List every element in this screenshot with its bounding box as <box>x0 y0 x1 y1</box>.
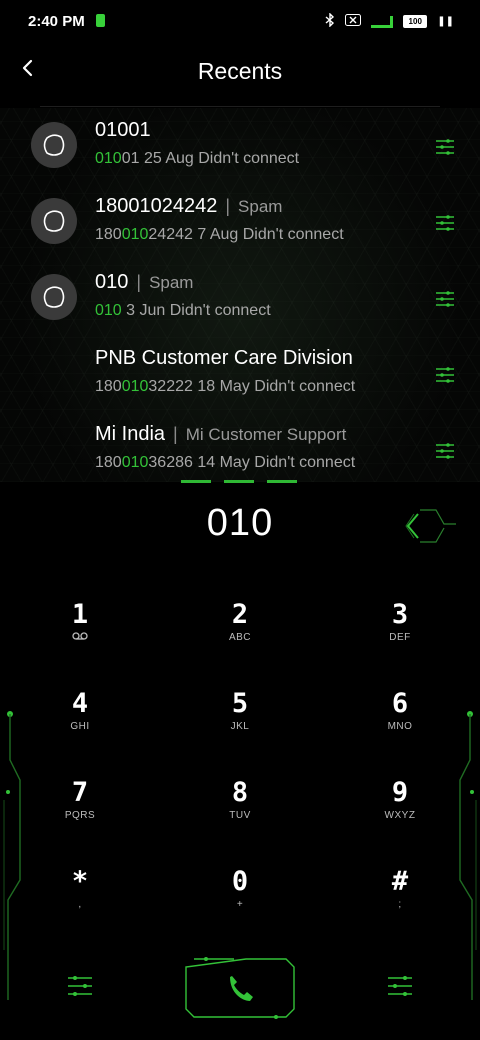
contact-name-text: 18001024242 <box>95 195 218 217</box>
call-status: Didn't connect <box>254 454 356 471</box>
page-title: Recents <box>197 58 283 84</box>
call-date: 3 Jun <box>126 302 166 319</box>
contact-name: 18001024242 | Spam <box>95 195 282 218</box>
number-match: 010 <box>121 226 149 243</box>
call-details: 18001024242 7 Aug Didn't connect <box>95 226 344 244</box>
separator: | <box>136 272 142 292</box>
call-date: 18 May <box>197 378 250 395</box>
contact-avatar[interactable] <box>31 274 77 320</box>
key-digit: 0 <box>231 866 249 897</box>
key-2[interactable]: 2 ABC <box>180 600 300 680</box>
call-date: 14 May <box>197 454 250 471</box>
phone-icon <box>230 976 253 1001</box>
call-details: 18001036286 14 May Didn't connect <box>95 454 355 472</box>
recent-call-row[interactable]: 18001024242 | Spam 18001024242 7 Aug Didn'… <box>0 184 480 260</box>
contact-name: 01001 <box>95 119 151 142</box>
header-divider <box>40 106 440 107</box>
recent-call-row[interactable]: PNB Customer Care Division 18001032222 1… <box>0 336 480 412</box>
pause-icon: ❚❚ <box>437 16 454 27</box>
status-time: 2:40 PM <box>28 13 85 30</box>
call-details-icon[interactable] <box>434 212 456 234</box>
call-details: 010 3 Jun Didn't connect <box>95 302 271 320</box>
key-1[interactable]: 1 <box>20 600 140 680</box>
number-prefix: 180 <box>95 226 122 243</box>
circuit-decoration-right <box>459 711 477 1000</box>
battery-icon: 100 <box>403 15 428 28</box>
menu-icon-right[interactable] <box>386 972 414 1000</box>
number-rest: 32222 <box>148 378 193 395</box>
recent-call-row[interactable]: Mi India | Mi Customer Support 18001036286… <box>0 412 480 488</box>
key-letters: JKL <box>230 721 250 732</box>
key-digit: 5 <box>231 688 249 719</box>
number-match: 010 <box>121 454 149 471</box>
menu-icon-left[interactable] <box>66 972 94 1000</box>
page-indicator <box>181 480 297 483</box>
contact-name: Mi India | Mi Customer Support <box>95 423 346 446</box>
contact-placeholder-icon <box>43 286 65 308</box>
call-details-icon[interactable] <box>434 364 456 386</box>
number-rest: 24242 <box>148 226 193 243</box>
call-details-icon[interactable] <box>434 440 456 462</box>
contact-name-text: 010 <box>95 271 129 293</box>
contact-name-text: 01001 <box>95 119 151 141</box>
separator: | <box>225 196 231 216</box>
spam-tag: Spam <box>238 197 283 216</box>
spam-tag: Spam <box>149 273 194 292</box>
key-digit: 3 <box>391 599 409 630</box>
signal-icon <box>371 15 394 28</box>
key-5[interactable]: 5 JKL <box>180 689 300 769</box>
recent-call-row[interactable]: 010 | Spam 010 3 Jun Didn't connect <box>0 260 480 336</box>
recents-list[interactable]: 01001 01001 25 Aug Didn't connect 180010… <box>0 108 480 482</box>
call-details: 18001032222 18 May Didn't connect <box>95 378 355 396</box>
call-button[interactable] <box>184 957 296 1019</box>
number-match: 010 <box>95 150 122 167</box>
delete-icon[interactable] <box>400 502 460 550</box>
key-digit: 1 <box>71 599 89 630</box>
key-letters: TUV <box>229 810 251 821</box>
call-date: 7 Aug <box>197 226 239 243</box>
key-letters: DEF <box>389 632 411 643</box>
status-icons: 100 ❚❚ <box>325 12 454 30</box>
number-match: 010 <box>121 378 149 395</box>
call-date: 25 Aug <box>143 150 194 167</box>
call-status: Didn't connect <box>198 150 300 167</box>
separator: | <box>173 424 178 444</box>
key-letters: ABC <box>228 632 252 643</box>
key-8[interactable]: 8 TUV <box>180 778 300 858</box>
call-status: Didn't connect <box>254 378 356 395</box>
contact-name-text: Mi India <box>95 423 166 445</box>
contact-name: 010 | Spam <box>95 271 193 294</box>
key-0[interactable]: 0 + <box>180 867 300 947</box>
no-sim-icon <box>345 14 362 29</box>
circuit-decoration-left <box>3 711 21 1000</box>
header: Recents <box>0 44 480 104</box>
call-details-icon[interactable] <box>434 288 456 310</box>
contact-avatar[interactable] <box>31 198 77 244</box>
contact-avatar[interactable] <box>31 122 77 168</box>
notification-app-icon <box>96 14 105 27</box>
number-match: 010 <box>95 302 122 319</box>
number-rest: 36286 <box>148 454 193 471</box>
bluetooth-icon <box>325 12 335 30</box>
number-prefix: 180 <box>95 378 122 395</box>
call-status: Didn't connect <box>169 302 271 319</box>
key-letters: + <box>236 899 244 910</box>
contact-name: PNB Customer Care Division <box>95 347 353 370</box>
contact-placeholder-icon <box>43 134 65 156</box>
status-bar: 2:40 PM 100 ❚❚ <box>0 0 480 44</box>
key-3[interactable]: 3 DEF <box>340 600 460 680</box>
company-tag: Mi Customer Support <box>185 425 347 444</box>
call-details: 01001 25 Aug Didn't connect <box>95 150 299 168</box>
voicemail-icon <box>20 632 140 643</box>
call-details-icon[interactable] <box>434 136 456 158</box>
key-digit: 2 <box>231 599 249 630</box>
contact-name-text: PNB Customer Care Division <box>95 347 353 369</box>
recent-call-row[interactable]: 01001 01001 25 Aug Didn't connect <box>0 108 480 184</box>
contact-placeholder-icon <box>43 210 65 232</box>
call-status: Didn't connect <box>242 226 344 243</box>
key-digit: 8 <box>231 777 249 808</box>
number-prefix: 180 <box>95 454 122 471</box>
number-rest: 01 <box>121 150 140 167</box>
